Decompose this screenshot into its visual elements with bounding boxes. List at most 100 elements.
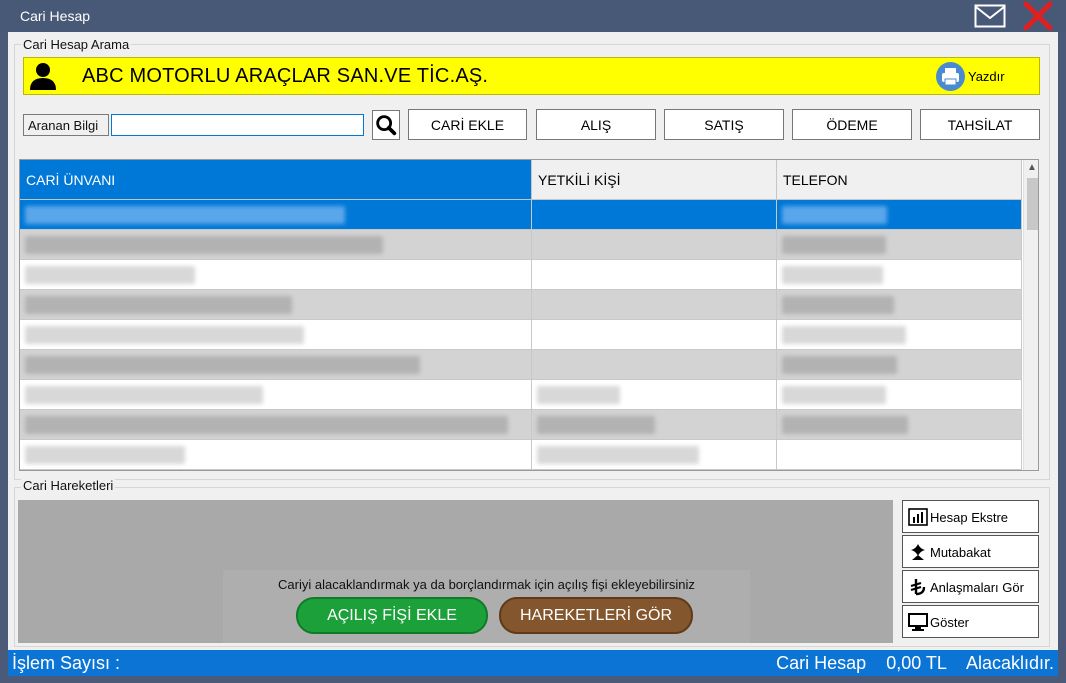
app-window: Cari Hesap Cari Hesap Arama ABC MOTORLU … <box>0 0 1066 683</box>
printer-icon <box>936 62 965 91</box>
add-account-button[interactable]: CARİ EKLE <box>408 109 527 140</box>
table-cell <box>20 200 532 230</box>
moves-group-label: Cari Hareketleri <box>21 478 116 493</box>
redacted-text <box>782 326 906 344</box>
table-cell <box>532 200 777 230</box>
accounts-table[interactable]: CARİ ÜNVANI YETKİLİ KİŞİ TELEFON ▲ <box>19 159 1039 471</box>
table-cell <box>777 380 1022 410</box>
search-input[interactable] <box>111 114 364 136</box>
table-cell <box>20 260 532 290</box>
redacted-text <box>25 266 195 284</box>
table-cell <box>777 200 1022 230</box>
column-header-phone[interactable]: TELEFON <box>777 160 1022 200</box>
table-row[interactable] <box>20 320 1022 350</box>
print-label: Yazdır <box>968 69 1005 84</box>
redacted-text <box>25 296 292 314</box>
table-row[interactable] <box>20 380 1022 410</box>
table-cell <box>20 380 532 410</box>
table-row[interactable] <box>20 290 1022 320</box>
redacted-text <box>25 416 508 434</box>
client-area: Cari Hesap Arama ABC MOTORLU ARAÇLAR SAN… <box>8 32 1058 650</box>
handshake-icon <box>911 544 925 560</box>
status-bar: İşlem Sayısı : Cari Hesap 0,00 TL Alacak… <box>8 650 1058 676</box>
customer-banner: ABC MOTORLU ARAÇLAR SAN.VE TİC.AŞ. Yazdı… <box>23 57 1040 95</box>
add-opening-slip-button[interactable]: AÇILIŞ FİŞİ EKLE <box>296 597 488 634</box>
table-row[interactable] <box>20 440 1022 470</box>
payment-button[interactable]: ÖDEME <box>792 109 912 140</box>
redacted-text <box>537 386 620 404</box>
redacted-text <box>25 446 185 464</box>
account-statement-label: Hesap Ekstre <box>930 510 1009 525</box>
table-cell <box>532 230 777 260</box>
show-button[interactable]: Göster <box>902 605 1039 638</box>
view-agreements-button[interactable]: Anlaşmaları Gör <box>902 570 1039 603</box>
close-icon[interactable] <box>1022 1 1054 31</box>
search-label: Aranan Bilgi <box>23 114 109 136</box>
table-row[interactable] <box>20 260 1022 290</box>
balance-state: Alacaklıdır. <box>965 653 1054 673</box>
mail-icon[interactable] <box>974 4 1006 28</box>
redacted-text <box>537 416 655 434</box>
table-cell <box>777 290 1022 320</box>
redacted-text <box>782 266 883 284</box>
table-cell <box>20 290 532 320</box>
account-statement-button[interactable]: Hesap Ekstre <box>902 500 1039 533</box>
table-row[interactable] <box>20 200 1022 230</box>
window-title: Cari Hesap <box>20 8 91 24</box>
table-cell <box>532 260 777 290</box>
table-cell <box>20 230 532 260</box>
table-cell <box>20 440 532 470</box>
lira-icon <box>910 579 926 596</box>
view-agreements-label: Anlaşmaları Gör <box>930 580 1024 595</box>
table-cell <box>777 320 1022 350</box>
scroll-thumb[interactable] <box>1027 178 1038 230</box>
show-label: Göster <box>930 615 970 630</box>
table-cell <box>532 440 777 470</box>
redacted-text <box>25 356 420 374</box>
balance-summary: Cari Hesap 0,00 TL Alacaklıdır. <box>776 653 1054 674</box>
scroll-up-icon[interactable]: ▲ <box>1027 162 1037 173</box>
table-cell <box>777 230 1022 260</box>
column-header-name[interactable]: CARİ ÜNVANI <box>20 160 532 200</box>
table-row[interactable] <box>20 230 1022 260</box>
table-cell <box>777 260 1022 290</box>
empty-state-message: Cariyi alacaklandırmak ya da borçlandırm… <box>278 577 695 592</box>
table-cell <box>532 380 777 410</box>
table-cell <box>777 410 1022 440</box>
table-cell <box>20 350 532 380</box>
search-button[interactable] <box>372 110 400 140</box>
table-cell <box>777 350 1022 380</box>
transaction-count-label: İşlem Sayısı : <box>12 653 121 673</box>
search-group-label: Cari Hesap Arama <box>21 37 132 52</box>
redacted-text <box>782 296 894 314</box>
empty-state: Cariyi alacaklandırmak ya da borçlandırm… <box>223 570 750 643</box>
moves-panel: Cariyi alacaklandırmak ya da borçlandırm… <box>18 500 893 643</box>
table-cell <box>532 290 777 320</box>
redacted-text <box>782 236 886 254</box>
print-button[interactable]: Yazdır <box>936 62 1026 92</box>
redacted-text <box>25 236 383 254</box>
monitor-icon <box>908 613 928 631</box>
redacted-text <box>782 416 908 434</box>
redacted-text <box>782 386 886 404</box>
table-cell <box>20 320 532 350</box>
vertical-scrollbar[interactable]: ▲ <box>1023 160 1038 470</box>
table-cell <box>532 320 777 350</box>
redacted-text <box>782 206 887 224</box>
view-movements-button[interactable]: HAREKETLERİ GÖR <box>499 597 693 634</box>
balance-value: 0,00 TL <box>886 653 947 673</box>
redacted-text <box>25 386 263 404</box>
purchase-button[interactable]: ALIŞ <box>536 109 656 140</box>
column-header-contact[interactable]: YETKİLİ KİŞİ <box>532 160 777 200</box>
user-icon <box>30 63 56 90</box>
table-row[interactable] <box>20 410 1022 440</box>
sales-button[interactable]: SATIŞ <box>664 109 784 140</box>
bar-chart-icon <box>908 508 928 526</box>
reconciliation-button[interactable]: Mutabakat <box>902 535 1039 568</box>
redacted-text <box>25 206 345 224</box>
table-cell <box>532 410 777 440</box>
table-cell <box>777 440 1022 470</box>
collection-button[interactable]: TAHSİLAT <box>920 109 1040 140</box>
table-cell <box>532 350 777 380</box>
table-row[interactable] <box>20 350 1022 380</box>
